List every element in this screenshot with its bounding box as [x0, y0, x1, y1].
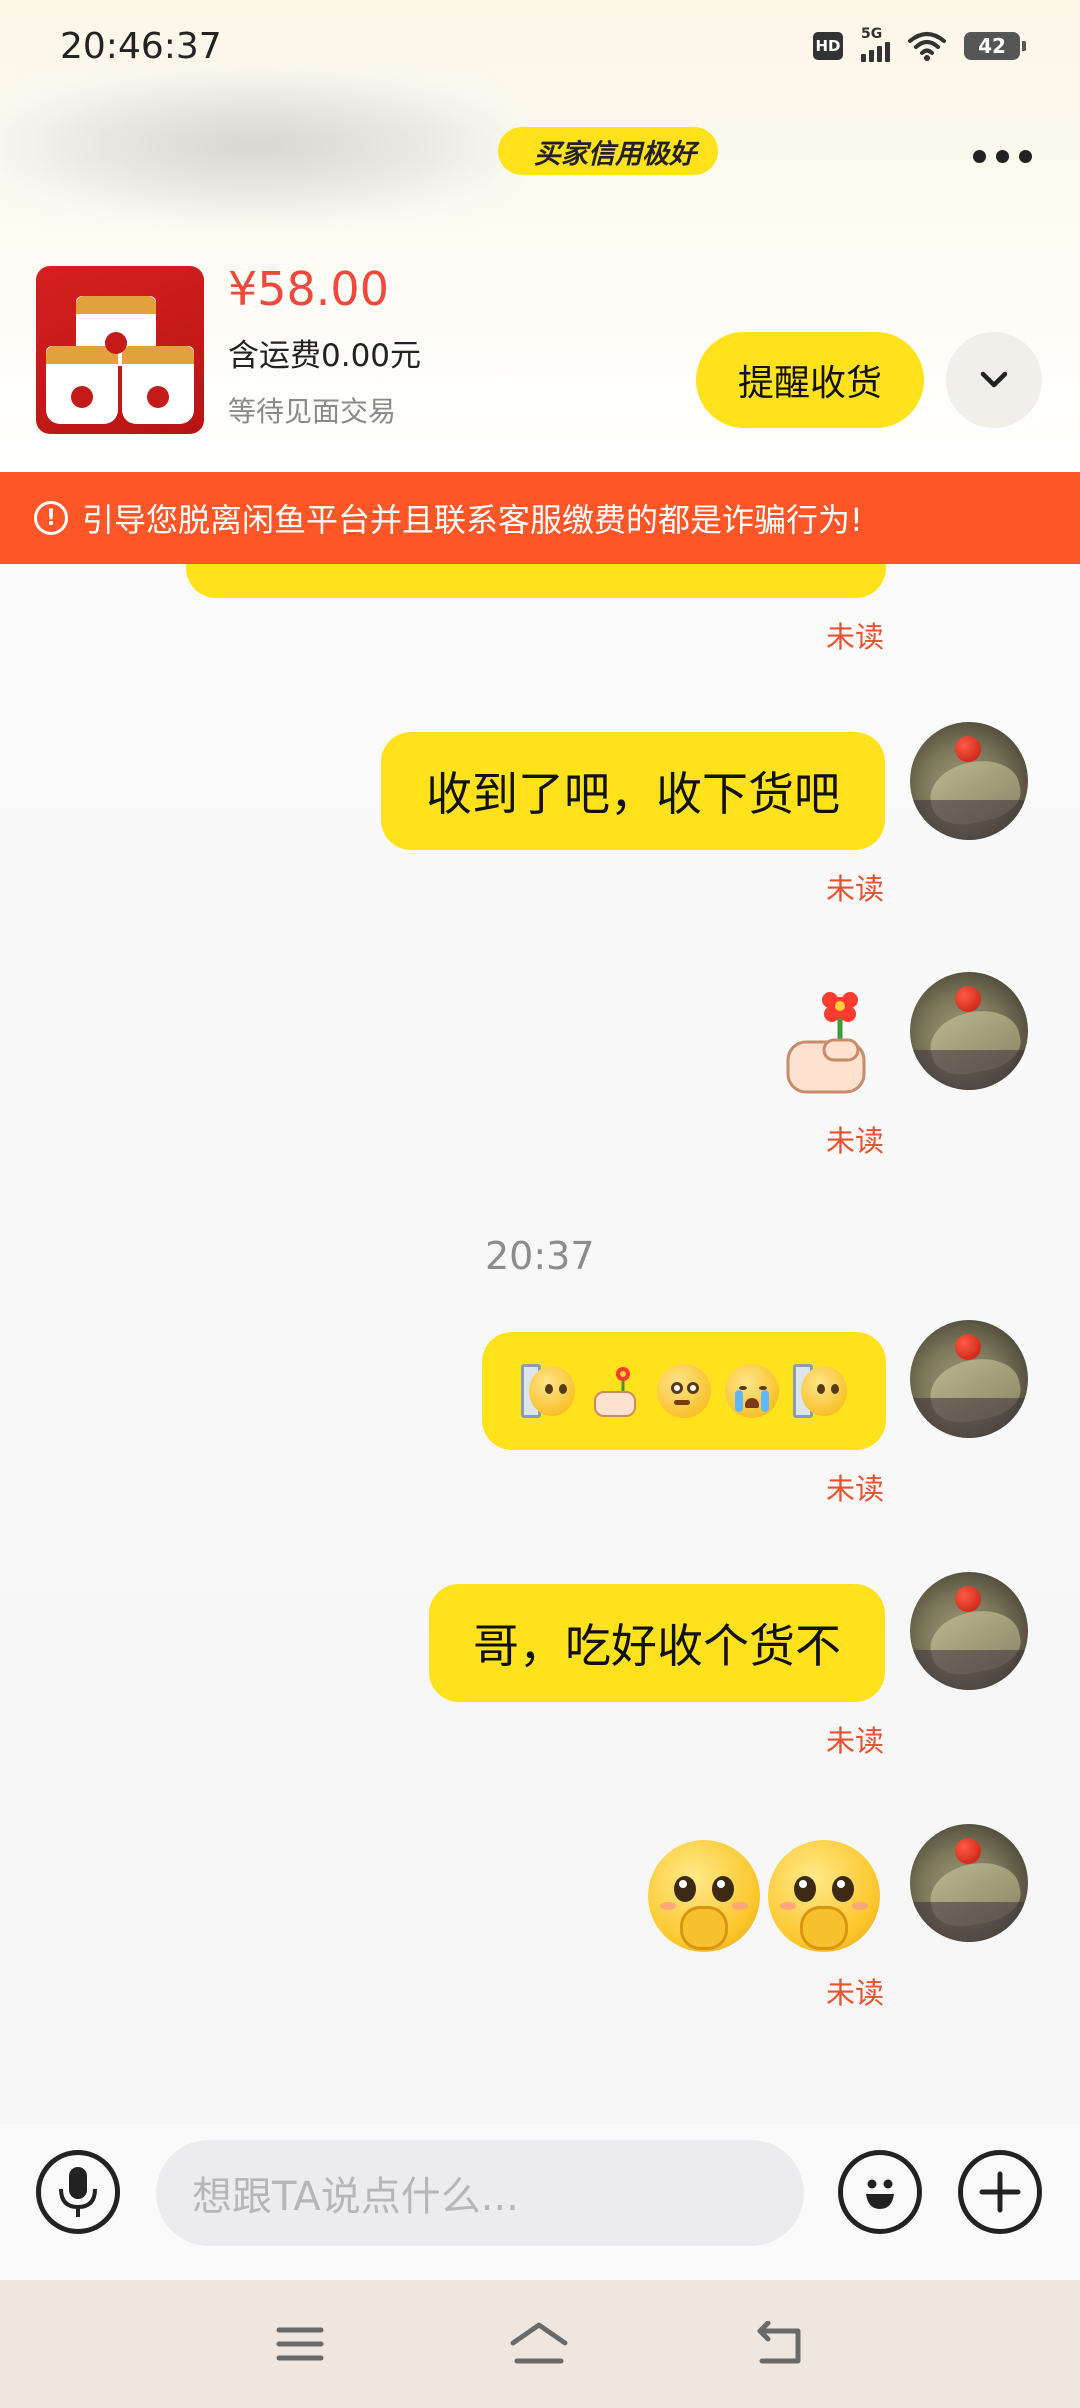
more-options-icon[interactable] — [973, 150, 1032, 163]
emoji-bubble[interactable] — [482, 1332, 886, 1450]
message-timestamp: 20:37 — [485, 1234, 595, 1278]
chat-area[interactable]: 未读 收到了吧，收下货吧 未读 未读 20:37 未读 哥，吃好收个货不 未读 … — [0, 564, 1080, 2124]
unread-label: 未读 — [826, 872, 885, 906]
avatar[interactable] — [910, 1320, 1028, 1438]
system-nav-bar — [0, 2280, 1080, 2408]
thumb-flower-icon — [589, 1364, 643, 1418]
input-bar: 想跟TA说点什么... — [0, 2124, 1080, 2280]
wifi-icon — [908, 32, 946, 61]
more-actions-button[interactable] — [958, 2150, 1042, 2234]
remind-receipt-button[interactable]: 提醒收货 — [696, 332, 924, 428]
seller-name-blurred[interactable] — [0, 70, 520, 220]
peek-face-icon — [793, 1364, 847, 1418]
emoji-button[interactable] — [838, 2150, 922, 2234]
plus-icon — [979, 2171, 1021, 2213]
collapse-button[interactable] — [946, 332, 1042, 428]
battery-icon: 42 — [964, 32, 1026, 60]
unread-label: 未读 — [826, 1472, 885, 1506]
crying-face-icon — [725, 1364, 779, 1418]
product-image[interactable] — [36, 266, 204, 434]
chevron-down-icon — [980, 371, 1008, 388]
menu-button[interactable] — [270, 2314, 330, 2374]
message-bubble[interactable]: 哥，吃好收个货不 — [429, 1584, 885, 1702]
status-icons: HD 5G 42 — [813, 26, 1026, 62]
unread-label: 未读 — [826, 1124, 885, 1158]
status-time: 20:46:37 — [60, 26, 222, 67]
pleading-face-icon[interactable] — [648, 1840, 760, 1952]
home-icon — [510, 2322, 568, 2364]
avatar[interactable] — [910, 1824, 1028, 1942]
avatar[interactable] — [910, 972, 1028, 1090]
transaction-status: 等待见面交易 — [228, 395, 397, 428]
peek-face-icon — [521, 1364, 575, 1418]
unread-label: 未读 — [826, 620, 885, 654]
microphone-icon — [59, 2167, 97, 2217]
unread-label: 未读 — [826, 1976, 885, 2010]
smile-icon — [866, 2179, 894, 2209]
voice-button[interactable] — [36, 2150, 120, 2234]
message-bubble-partial[interactable] — [186, 564, 886, 598]
back-button[interactable] — [750, 2314, 810, 2374]
home-button[interactable] — [509, 2314, 569, 2374]
avatar[interactable] — [910, 722, 1028, 840]
shipping-fee: 含运费0.00元 — [228, 338, 422, 374]
avatar[interactable] — [910, 1572, 1028, 1690]
back-icon — [757, 2321, 801, 2364]
pleading-face-icon[interactable] — [768, 1840, 880, 1952]
credit-badge: 买家信用极好 — [498, 127, 718, 175]
signal-icon: 5G — [861, 26, 890, 62]
alert-icon: ! — [34, 501, 68, 535]
thumb-flower-sticker[interactable] — [780, 984, 870, 1094]
message-input[interactable]: 想跟TA说点什么... — [156, 2140, 804, 2246]
unread-label: 未读 — [826, 1724, 885, 1758]
nervous-face-icon — [657, 1364, 711, 1418]
message-bubble[interactable]: 收到了吧，收下货吧 — [381, 732, 885, 850]
hd-icon: HD — [813, 32, 843, 60]
fraud-warning-banner: ! 引导您脱离闲鱼平台并且联系客服缴费的都是诈骗行为! — [0, 472, 1080, 564]
menu-icon — [276, 2327, 324, 2361]
product-price: ¥58.00 — [228, 262, 389, 316]
warning-text: 引导您脱离闲鱼平台并且联系客服缴费的都是诈骗行为! — [82, 501, 863, 539]
network-type: 5G — [861, 26, 883, 42]
